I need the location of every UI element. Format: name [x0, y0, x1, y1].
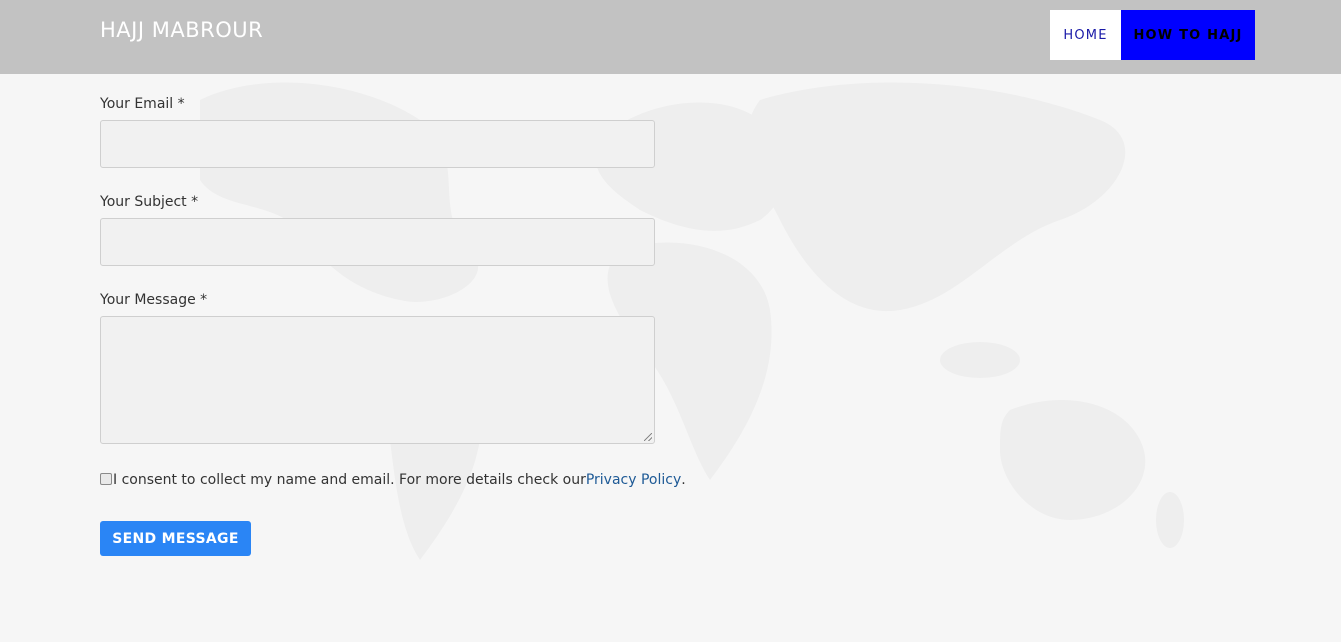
resize-handle-icon[interactable] — [644, 433, 652, 441]
message-textarea[interactable] — [100, 316, 655, 444]
privacy-policy-link[interactable]: Privacy Policy — [586, 472, 681, 488]
nav-home-link[interactable]: HOME — [1050, 10, 1121, 60]
subject-field[interactable] — [100, 218, 655, 266]
email-field[interactable] — [100, 120, 655, 168]
site-header: HAJJ MABROUR HOME HOW TO HAJJ — [0, 0, 1341, 74]
email-label: Your Email * — [100, 96, 185, 112]
message-label: Your Message * — [100, 292, 208, 308]
main-nav: HOME HOW TO HAJJ — [1050, 10, 1255, 60]
nav-how-to-hajj-link[interactable]: HOW TO HAJJ — [1121, 10, 1255, 60]
consent-period: . — [681, 472, 686, 488]
consent-checkbox[interactable] — [100, 473, 112, 485]
subject-label: Your Subject * — [100, 194, 199, 210]
send-message-button[interactable]: SEND MESSAGE — [100, 521, 251, 556]
site-brand[interactable]: HAJJ MABROUR — [100, 18, 263, 42]
consent-row: I consent to collect my name and email. … — [100, 472, 686, 488]
consent-text: I consent to collect my name and email. … — [113, 472, 586, 488]
